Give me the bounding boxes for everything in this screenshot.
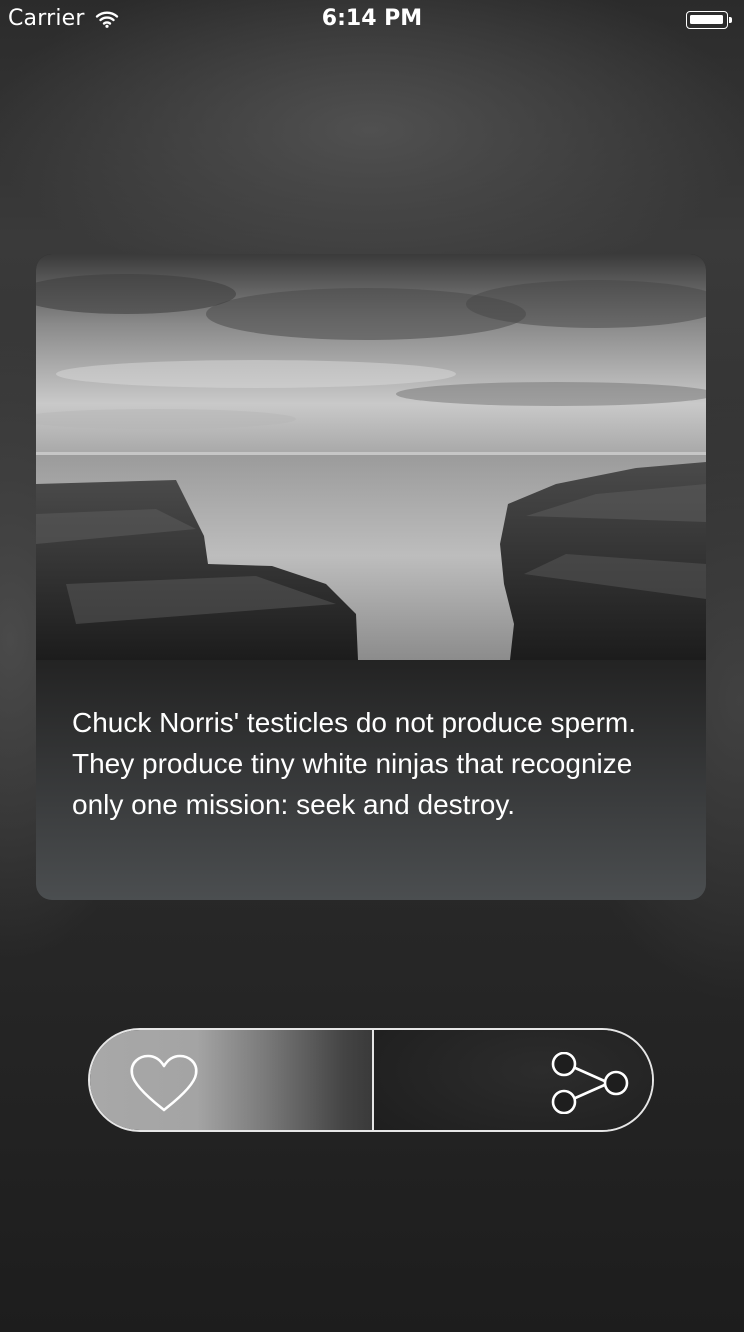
joke-text: Chuck Norris' testicles do not produce s…: [72, 707, 637, 820]
share-button[interactable]: [374, 1030, 652, 1130]
joke-card: Chuck Norris' testicles do not produce s…: [36, 254, 706, 900]
battery-icon: [686, 11, 734, 31]
card-photo: [36, 254, 706, 660]
status-time: 6:14 PM: [321, 6, 423, 31]
share-icon: [551, 1052, 629, 1114]
status-bar: Carrier 6:14 PM: [0, 0, 744, 40]
like-button[interactable]: [90, 1030, 372, 1130]
action-pill: [88, 1028, 654, 1132]
heart-icon: [130, 1054, 198, 1112]
